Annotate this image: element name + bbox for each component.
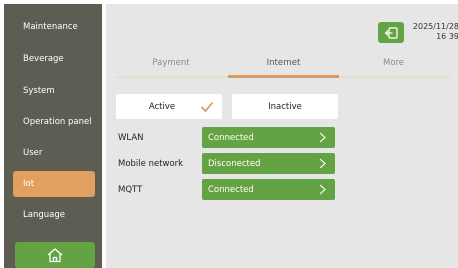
- wlan-status-button[interactable]: Connected: [202, 127, 335, 148]
- tab-payment[interactable]: Payment: [126, 58, 216, 68]
- date-text: 2025/11/28: [412, 22, 458, 31]
- inactive-label: Inactive: [268, 101, 302, 112]
- exit-icon: [384, 26, 398, 39]
- wlan-label: WLAN: [118, 133, 144, 143]
- sidebar-item-maintenance[interactable]: Maintenance: [13, 14, 95, 40]
- home-button[interactable]: [15, 242, 95, 268]
- mobile-network-status: Disconected: [208, 158, 261, 169]
- back-button[interactable]: [378, 22, 404, 43]
- inactive-button[interactable]: Inactive: [232, 94, 338, 119]
- wlan-status: Connected: [208, 132, 254, 143]
- sidebar-item-beverage[interactable]: Beverage: [13, 46, 95, 72]
- home-icon: [47, 248, 63, 263]
- active-button[interactable]: Active: [116, 94, 222, 119]
- mqtt-status-button[interactable]: Connected: [202, 179, 335, 200]
- chevron-right-icon: [319, 132, 326, 143]
- tab-active-indicator: [228, 75, 339, 78]
- mqtt-status: Connected: [208, 184, 254, 195]
- chevron-right-icon: [319, 158, 326, 169]
- sidebar-item-language[interactable]: Language: [13, 202, 95, 228]
- chevron-right-icon: [319, 184, 326, 195]
- sidebar-item-system[interactable]: System: [13, 78, 95, 104]
- active-label: Active: [148, 101, 176, 112]
- main-panel: 2025/11/28 16 39 Payment Internet More A…: [106, 4, 458, 268]
- time-text: 16 39: [436, 32, 458, 41]
- datetime: 2025/11/28 16 39: [407, 22, 458, 42]
- mobile-network-label: Mobile network: [118, 159, 184, 169]
- tab-internet[interactable]: Internet: [236, 58, 331, 68]
- sidebar-item-operation-panel[interactable]: Operation panel: [13, 109, 95, 135]
- mqtt-label: MQTT: [118, 185, 143, 195]
- sidebar-item-iot[interactable]: Iot: [13, 171, 95, 197]
- tab-more[interactable]: More: [346, 58, 441, 68]
- sidebar-item-user[interactable]: User: [13, 140, 95, 166]
- checkmark-icon: [200, 101, 214, 113]
- sidebar: Maintenance Beverage System Operation pa…: [4, 4, 102, 268]
- mobile-network-status-button[interactable]: Disconected: [202, 153, 335, 174]
